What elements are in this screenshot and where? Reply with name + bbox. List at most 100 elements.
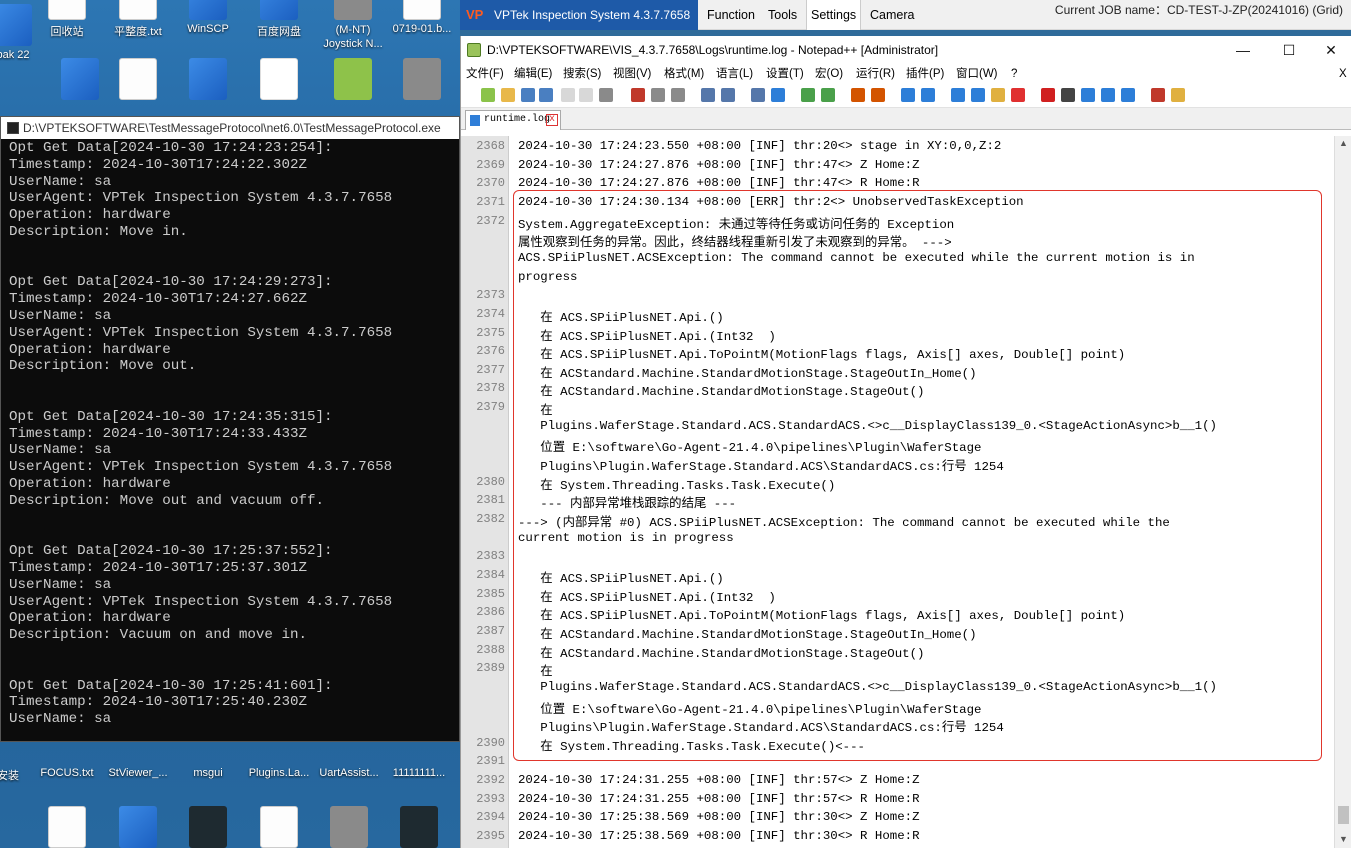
desktop-icon-feishu[interactable] [173, 58, 243, 103]
editor-area[interactable]: 2368 2369 2370 2371 2372 2373 2374 2375 2376 2377… [461, 136, 1351, 848]
menu-plugins[interactable]: 插件(P) [906, 64, 944, 84]
toolbar-button[interactable] [481, 88, 495, 102]
desktop-icon-file-d[interactable] [244, 806, 314, 848]
toolbar-button[interactable] [1151, 88, 1165, 102]
toolbar-button[interactable] [671, 88, 685, 102]
toolbar-button[interactable] [971, 88, 985, 102]
toolbar-button[interactable] [1061, 88, 1075, 102]
menu-file[interactable]: 文件(F) [466, 64, 504, 84]
line-number: 2385 [476, 586, 505, 601]
toolbar-button[interactable] [521, 88, 535, 102]
toolbar-button[interactable] [991, 88, 1005, 102]
winscp-icon [189, 0, 227, 20]
network-icon [61, 58, 99, 100]
desktop-icon-file-a[interactable] [32, 806, 102, 848]
desktop-icon-app-e[interactable] [314, 806, 384, 848]
toolbar-button[interactable] [701, 88, 715, 102]
tab-close-icon[interactable]: x [546, 114, 558, 126]
desktop-icon-joystick[interactable]: (M-NT) Joystick N... [318, 0, 388, 51]
maximize-button[interactable]: ☐ [1267, 36, 1311, 64]
toolbar-button[interactable] [651, 88, 665, 102]
close-button[interactable]: ✕ [1309, 36, 1351, 64]
vptek-logo-icon: VP [466, 7, 484, 22]
vptek-title: VPTek Inspection System 4.3.7.7658 [494, 8, 691, 22]
menu-tools[interactable]: Tools [766, 0, 799, 30]
menu-search[interactable]: 搜索(S) [563, 64, 601, 84]
menu-function[interactable]: Function [705, 0, 757, 30]
line-number: 2389 [476, 661, 505, 676]
line-number: 2381 [476, 493, 505, 508]
scroll-down-icon[interactable]: ▼ [1339, 834, 1348, 844]
desktop-icon-recycle-bin[interactable]: 回收站 [32, 0, 102, 39]
desktop-icon-winscp[interactable]: WinSCP [173, 0, 243, 35]
desktop-icon-pdf[interactable] [244, 58, 314, 103]
app-icon [334, 58, 372, 100]
line-number: 2383 [476, 549, 505, 564]
toolbar-button[interactable] [1081, 88, 1095, 102]
toolbar-button[interactable] [599, 88, 613, 102]
toolbar-button[interactable] [771, 88, 785, 102]
desktop-icon-app[interactable] [318, 58, 388, 103]
notepadpp-titlebar[interactable]: D:\VPTEKSOFTWARE\VIS_4.3.7.7658\Logs\run… [461, 36, 1351, 64]
toolbar-button[interactable] [821, 88, 835, 102]
scroll-up-icon[interactable]: ▲ [1339, 138, 1348, 148]
toolbar-button[interactable] [579, 88, 593, 102]
desktop-icon-app-c[interactable] [173, 806, 243, 848]
menu-window[interactable]: 窗口(W) [956, 64, 998, 84]
menu-format[interactable]: 格式(M) [664, 64, 704, 84]
menu-run[interactable]: 运行(R) [856, 64, 895, 84]
scrollbar-thumb[interactable] [1338, 806, 1349, 824]
console-window[interactable]: D:\VPTEKSOFTWARE\TestMessageProtocol\net… [0, 116, 460, 742]
console-titlebar[interactable]: D:\VPTEKSOFTWARE\TestMessageProtocol\net… [1, 117, 459, 139]
menu-language[interactable]: 语言(L) [716, 64, 753, 84]
desktop-icon-app-f[interactable] [384, 806, 454, 848]
toolbar-button[interactable] [539, 88, 553, 102]
menu-help[interactable]: ? [1011, 64, 1017, 84]
toolbar-button[interactable] [951, 88, 965, 102]
save-state-icon [470, 115, 480, 126]
toolbar-button[interactable] [631, 88, 645, 102]
toolbar-button[interactable] [751, 88, 765, 102]
close-doc-button[interactable]: X [1339, 64, 1347, 84]
desktop-icon-baidu[interactable]: 百度网盘 [244, 0, 314, 39]
minimize-button[interactable]: — [1221, 36, 1265, 64]
toolbar-button[interactable] [921, 88, 935, 102]
image-icon [403, 58, 441, 100]
tab-bar: runtime.log x [461, 108, 1351, 130]
toolbar-button[interactable] [501, 88, 515, 102]
recycle-bin-icon [48, 0, 86, 20]
desktop-icon-flatness-txt[interactable]: 平整度.txt [103, 0, 173, 39]
menu-edit[interactable]: 编辑(E) [514, 64, 552, 84]
desktop-icon-app-b[interactable] [103, 806, 173, 848]
vptek-brand: VP VPTek Inspection System 4.3.7.7658 [460, 0, 698, 30]
desktop-icon-image[interactable] [387, 58, 457, 103]
current-job-label: Current JOB name：CD-TEST-J-ZP(20241016) … [1054, 3, 1343, 17]
toolbar-button[interactable] [721, 88, 735, 102]
tab-runtime-log[interactable]: runtime.log x [465, 110, 561, 130]
pdf-icon [260, 58, 298, 100]
file-icon [48, 806, 86, 848]
menu-settings[interactable]: Settings [806, 0, 862, 30]
toolbar-button[interactable] [851, 88, 865, 102]
toolbar-button[interactable] [801, 88, 815, 102]
toolbar-button[interactable] [1121, 88, 1135, 102]
menu-camera[interactable]: Camera [868, 0, 916, 30]
toolbar-button[interactable] [901, 88, 915, 102]
toolbar-button[interactable] [1171, 88, 1185, 102]
toolbar-button[interactable] [871, 88, 885, 102]
line-number: 2394 [476, 810, 505, 825]
toolbar-button[interactable] [1041, 88, 1055, 102]
line-number-gutter: 2368 2369 2370 2371 2372 2373 2374 2375 2376 2377… [461, 136, 509, 848]
menu-settings-npp[interactable]: 设置(T) [766, 64, 804, 84]
toolbar-button[interactable] [1101, 88, 1115, 102]
desktop-icon-doc[interactable] [103, 58, 173, 103]
desktop-icon-0719[interactable]: 0719-01.b... [387, 0, 457, 35]
vertical-scrollbar[interactable]: ▲ ▼ [1334, 136, 1351, 848]
menu-view[interactable]: 视图(V) [613, 64, 651, 84]
log-line: 在 ACStandard.Machine.StandardMotionStage… [518, 385, 925, 400]
toolbar-button[interactable] [561, 88, 575, 102]
toolbar-button[interactable] [1011, 88, 1025, 102]
menu-macro[interactable]: 宏(O) [815, 64, 843, 84]
notepadpp-window[interactable]: D:\VPTEKSOFTWARE\VIS_4.3.7.7658\Logs\run… [460, 36, 1351, 848]
line-number: 2372 [476, 213, 505, 228]
